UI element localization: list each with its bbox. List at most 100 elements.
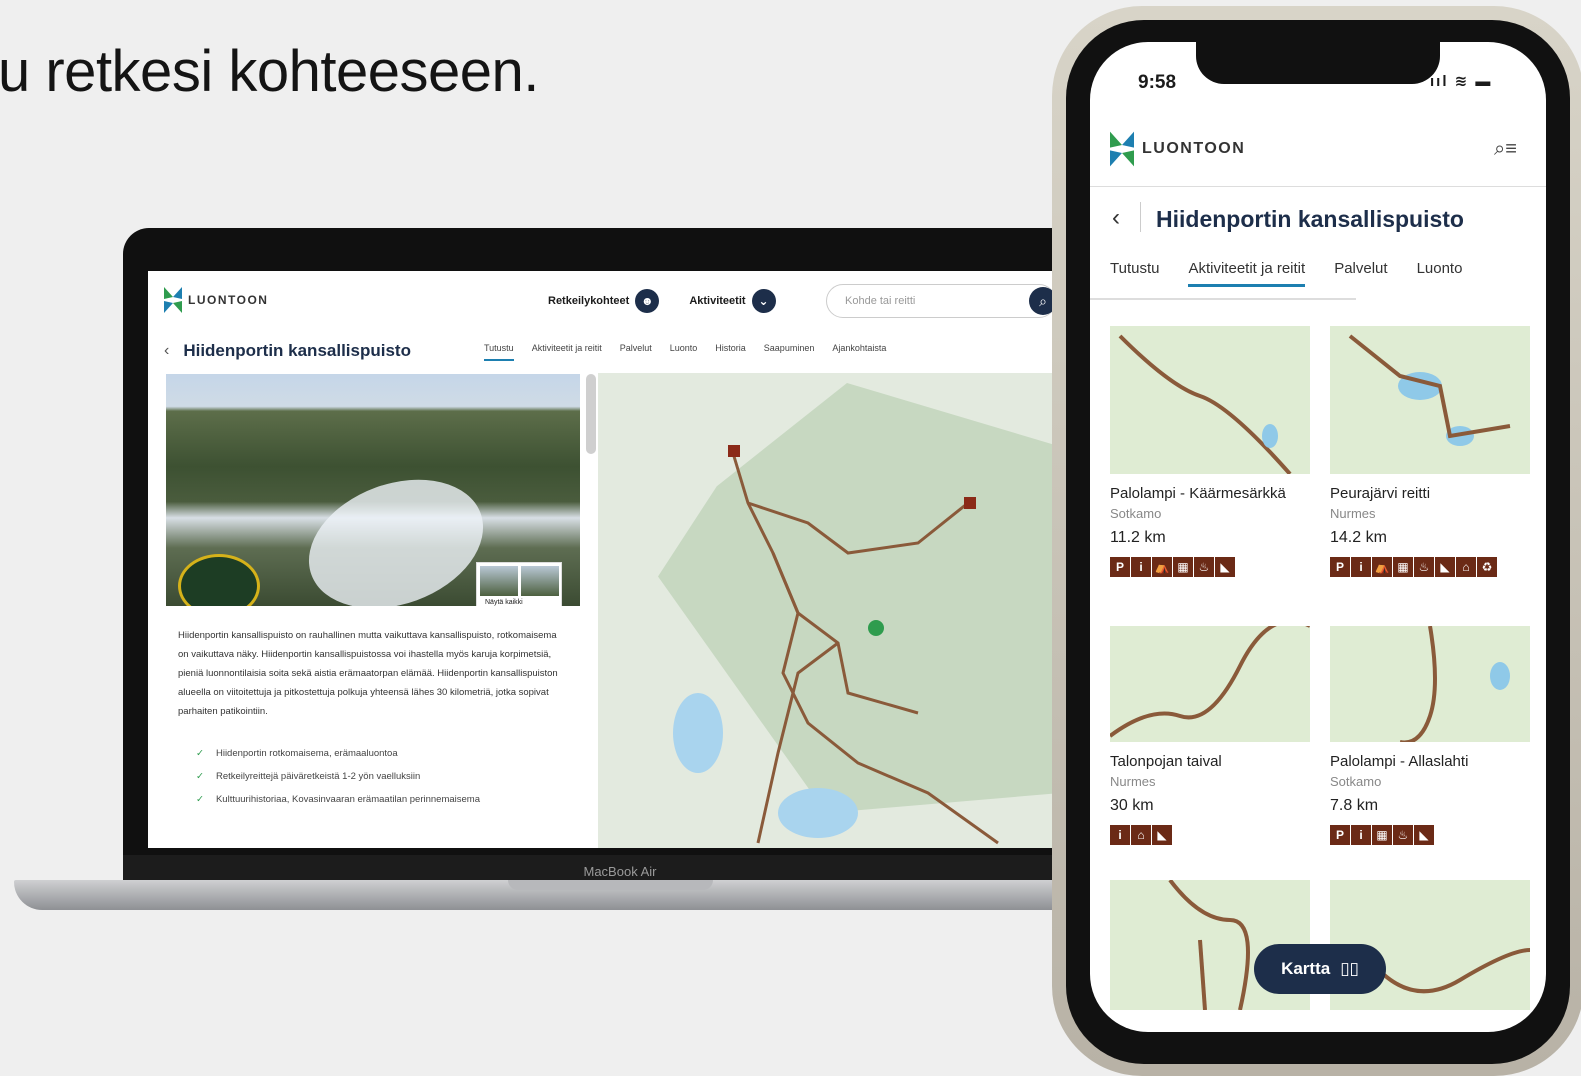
service-icons: Pi ⛺ ▦ ♨ ◣ ⌂ ♻ xyxy=(1330,557,1530,577)
route-line xyxy=(1110,626,1310,738)
route-card[interactable]: Peurajärvi reitti Nurmes 14.2 km Pi ⛺ ▦ ♨ ◣ ⌂… xyxy=(1330,326,1530,577)
laptop-brand-label: MacBook Air xyxy=(583,864,657,879)
route-name: Palolampi - Käärmesärkkä xyxy=(1110,485,1286,502)
chevron-down-icon: ⌄ xyxy=(751,289,776,313)
route-location: Sotkamo xyxy=(1110,506,1162,521)
route-name: Palolampi - Allaslahti xyxy=(1330,753,1469,770)
tab-luonto[interactable]: Luonto xyxy=(670,343,698,361)
toilet-icon: ▦ xyxy=(1393,557,1413,577)
page-tabs: Tutustu Aktiviteetit ja reitit Palvelut … xyxy=(484,343,886,361)
headline: u retkesi kohteeseen. xyxy=(0,39,539,104)
highlight-text: Hiidenportin rotkomaisema, erämaaluontoa xyxy=(215,748,398,759)
map-view-button[interactable]: Kartta ▯▯ xyxy=(1254,944,1386,994)
parking-icon: P xyxy=(1110,557,1130,577)
tab-historia[interactable]: Historia xyxy=(715,343,746,361)
service-icons: Pi ⛺ ▦ ♨ ◣ xyxy=(1110,557,1310,577)
parking-icon: P xyxy=(1330,825,1350,845)
search-input[interactable]: Kohde tai reitti ⌕ xyxy=(826,284,1057,318)
gallery-show-all: Näytä kaikki xyxy=(485,599,523,606)
nav-retkeilykohteet[interactable]: Retkeilykohteet ☻ xyxy=(548,289,660,313)
route-distance: 30 km xyxy=(1110,797,1154,814)
shelter-icon: ◣ xyxy=(1152,825,1172,845)
route-line xyxy=(1348,334,1511,446)
route-card[interactable]: Talonpojan taival Nurmes 30 km i ⌂ ◣ xyxy=(1110,626,1310,845)
divider xyxy=(1140,202,1141,232)
site-logo[interactable]: LUONTOON xyxy=(1110,128,1245,170)
check-icon: ✓ xyxy=(196,794,204,805)
status-icons: ııl ≋ ▬ xyxy=(1430,73,1493,90)
shelter-icon: ◣ xyxy=(1215,557,1235,577)
route-card[interactable]: Palolampi - Käärmesärkkä Sotkamo 11.2 km… xyxy=(1110,326,1310,577)
shelter-icon: ◣ xyxy=(1435,557,1455,577)
campfire-icon: ♨ xyxy=(1393,825,1413,845)
campsite-icon: ⛺ xyxy=(1152,557,1172,577)
info-icon: i xyxy=(1131,557,1151,577)
campfire-icon: ♨ xyxy=(1194,557,1214,577)
route-name: Peurajärvi reitti xyxy=(1330,485,1431,502)
route-line xyxy=(1118,334,1292,474)
site-header: LUONTOON Retkeilykohteet ☻ Aktiviteetit ⌄ … xyxy=(148,271,1068,329)
tab-ajankohtaista[interactable]: Ajankohtaista xyxy=(832,343,886,361)
toilet-icon: ▦ xyxy=(1173,557,1193,577)
park-emblem xyxy=(178,554,260,606)
highlight-text: Kulttuurihistoriaa, Kovasinvaaran erämaa… xyxy=(215,794,480,805)
status-time: 9:58 xyxy=(1138,72,1177,93)
nav-label: Aktiviteetit xyxy=(689,294,746,307)
route-location: Sotkamo xyxy=(1330,774,1382,789)
tab-palvelut[interactable]: Palvelut xyxy=(1334,260,1387,287)
map-icon: ▯▯ xyxy=(1340,959,1359,978)
hiker-icon: ☻ xyxy=(635,289,660,313)
route-distance: 14.2 km xyxy=(1330,529,1387,546)
highlight-text: Retkeilyreittejä päiväretkeistä 1-2 yön … xyxy=(215,771,421,782)
recycling-icon: ♻ xyxy=(1477,557,1497,577)
list-item: ✓ Retkeilyreittejä päiväretkeistä 1-2 yön… xyxy=(196,770,536,784)
route-location: Nurmes xyxy=(1330,506,1376,521)
tab-palvelut[interactable]: Palvelut xyxy=(620,343,652,361)
tab-aktiviteetit[interactable]: Aktiviteetit ja reitit xyxy=(532,343,602,361)
page-title: Hiidenportin kansallispuisto xyxy=(1156,206,1464,232)
site-logo[interactable]: LUONTOON xyxy=(164,287,268,313)
route-map-thumbnail xyxy=(1330,326,1530,474)
nav-aktiviteetit[interactable]: Aktiviteetit ⌄ xyxy=(689,289,776,313)
map-button-label: Kartta xyxy=(1281,959,1331,978)
park-map[interactable] xyxy=(598,373,1068,848)
tab-underline xyxy=(1090,298,1356,300)
map-pin-icon xyxy=(868,620,884,636)
gallery-thumb xyxy=(521,566,559,596)
service-icons: Pi ▦ ♨ ◣ xyxy=(1330,825,1530,845)
campsite-icon: ⛺ xyxy=(1372,557,1392,577)
scrollbar[interactable] xyxy=(586,374,596,454)
list-item: ✓ Hiidenportin rotkomaisema, erämaaluonto… xyxy=(196,747,536,761)
search-menu-icon[interactable]: ⌕≡ xyxy=(1494,138,1517,161)
hero-photo[interactable]: Näytä kaikki xyxy=(166,374,580,606)
search-placeholder: Kohde tai reitti xyxy=(845,295,916,307)
logo-text: LUONTOON xyxy=(1142,140,1246,157)
phone-notch xyxy=(1196,42,1440,84)
back-chevron-icon[interactable]: ‹ xyxy=(164,342,169,360)
info-icon: i xyxy=(1110,825,1130,845)
shelter-icon: ◣ xyxy=(1414,825,1434,845)
hut-icon: ⌂ xyxy=(1131,825,1151,845)
tab-saapuminen[interactable]: Saapuminen xyxy=(764,343,815,361)
route-map-thumbnail xyxy=(1330,626,1530,742)
route-map-thumbnail xyxy=(1110,326,1310,474)
list-item: ✓ Kulttuurihistoriaa, Kovasinvaaran eräma… xyxy=(196,793,536,807)
route-card[interactable]: Palolampi - Allaslahti Sotkamo 7.8 km Pi… xyxy=(1330,626,1530,845)
gallery-thumbnails[interactable]: Näytä kaikki xyxy=(476,562,562,606)
hut-icon: ⌂ xyxy=(1456,557,1476,577)
park-description: Hiidenportin kansallispuisto on rauhalli… xyxy=(178,630,558,717)
back-chevron-icon[interactable]: ‹ xyxy=(1112,204,1120,232)
campfire-icon: ♨ xyxy=(1414,557,1434,577)
info-icon: i xyxy=(1351,825,1371,845)
parking-icon: P xyxy=(1330,557,1350,577)
nav-label: Retkeilykohteet xyxy=(548,294,630,307)
logo-text: LUONTOON xyxy=(188,293,269,307)
tab-luonto[interactable]: Luonto xyxy=(1417,260,1463,287)
tab-tutustu[interactable]: Tutustu xyxy=(1110,260,1159,287)
tab-aktiviteetit[interactable]: Aktiviteetit ja reitit xyxy=(1188,260,1306,287)
gallery-thumb xyxy=(480,566,518,596)
page-tabs: Tutustu Aktiviteetit ja reitit Palvelut … xyxy=(1110,260,1462,287)
toilet-icon: ▦ xyxy=(1372,825,1392,845)
luontoon-logo-icon xyxy=(1110,131,1134,167)
tab-tutustu[interactable]: Tutustu xyxy=(484,343,514,361)
